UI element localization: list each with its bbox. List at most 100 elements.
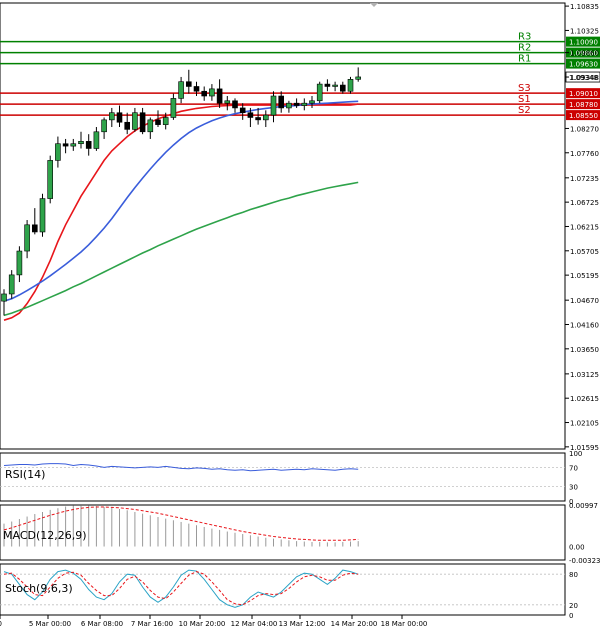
time-axis: 16:00 5 Mar 00:00 6 Mar 08:00 7 Mar 16:00 10…: [0, 615, 427, 628]
price-tick-label: 1.08270: [570, 125, 599, 133]
bearish-candle-body: [193, 86, 200, 92]
bullish-candle-body: [332, 84, 338, 87]
pivot-level-name: S3: [518, 83, 531, 94]
macd-tick-label: -0.003235: [569, 557, 600, 565]
price-tick-label: 1.06725: [570, 199, 599, 207]
bullish-candle-body: [1, 293, 7, 302]
rsi-panel-frame: [0, 452, 566, 502]
rsi-tick-label: 30: [569, 484, 578, 492]
price-tick-label: 1.03125: [570, 371, 599, 379]
bullish-candle-body: [162, 117, 169, 125]
candlestick: [39, 193, 46, 237]
price-tick-label: 1.03650: [570, 346, 599, 354]
forex-chart: R3 1.10090 R2 1.09860 R1 1.09630 S1 1.08780 S2 1.…: [0, 2, 600, 628]
time-tick-label: 5 Mar 00:00: [29, 620, 71, 628]
bullish-candle-body: [262, 114, 269, 121]
bearish-candle-body: [232, 100, 238, 109]
bullish-candle-body: [109, 112, 115, 121]
bullish-candle-body: [170, 98, 177, 118]
main-panel-frame: [0, 2, 566, 450]
bullish-candle-body: [132, 112, 138, 130]
bearish-candle-body: [247, 112, 254, 118]
bearish-candle-body: [155, 119, 161, 125]
stoch-panel-frame: [0, 563, 566, 616]
pivot-level-name: S1: [518, 94, 531, 105]
stoch-tick-label: 80: [569, 571, 578, 579]
time-tick-label: 12 Mar 04:00: [231, 620, 278, 628]
stoch-tick-label: 20: [569, 602, 578, 610]
pivot-level-name: R1: [518, 54, 531, 65]
bullish-candle-body: [301, 102, 308, 106]
price-tick-label: 1.07235: [570, 175, 599, 183]
bullish-candle-body: [55, 143, 61, 161]
time-tick-label: 16:00: [0, 620, 2, 628]
time-tick-label: 13 Mar 12:00: [279, 620, 326, 628]
pivot-level-value: 1.09630: [569, 61, 598, 69]
bearish-candle-body: [278, 95, 285, 109]
rsi-tick-label: 70: [569, 464, 578, 472]
bullish-candle-body: [24, 224, 30, 252]
bearish-candle-body: [31, 224, 38, 233]
price-tick-label: 1.10835: [570, 3, 599, 11]
bearish-candle-body: [139, 112, 146, 133]
bearish-candle-body: [255, 117, 261, 121]
candlestick: [316, 81, 323, 104]
candlestick: [347, 76, 354, 94]
main-price-panel: R3 1.10090 R2 1.09860 R1 1.09630 S1 1.08780 S2 1.…: [0, 2, 600, 452]
bearish-candle-body: [324, 83, 331, 87]
bullish-candle-body: [39, 198, 46, 233]
price-tick-label: 1.06215: [570, 223, 599, 231]
rsi-panel: 10070300 RSI(14): [0, 450, 582, 506]
bullish-candle-body: [147, 119, 154, 133]
pivot-level-value: 1.10090: [569, 39, 598, 47]
bearish-candle-body: [201, 90, 207, 97]
pivot-level-name: S2: [518, 105, 531, 116]
pivot-level-value: 1.09010: [569, 90, 598, 98]
price-tick-label: 1.09348: [570, 74, 599, 82]
price-tick-label: 1.05195: [570, 272, 599, 280]
pivot-level-value: 1.08780: [569, 101, 598, 109]
bullish-candle-body: [178, 81, 184, 99]
bullish-candle-body: [93, 131, 100, 149]
price-tick-label: 1.04160: [570, 322, 599, 330]
rsi-tick-label: 100: [569, 450, 582, 458]
bullish-candle-body: [316, 83, 323, 102]
bullish-candle-body: [101, 119, 107, 133]
pivot-level-name: R2: [518, 43, 531, 54]
price-tick-label: 1.10325: [570, 27, 599, 35]
bullish-candle-body: [47, 160, 54, 199]
bullish-candle-body: [347, 79, 354, 92]
time-tick-label: 7 Mar 16:00: [131, 620, 173, 628]
bearish-candle-body: [293, 102, 300, 106]
macd-tick-label: 0.00: [569, 544, 585, 552]
bullish-candle-body: [355, 76, 362, 80]
bearish-candle-body: [186, 81, 192, 87]
time-tick-label: 14 Mar 20:00: [331, 620, 378, 628]
bullish-candle-body: [70, 143, 77, 147]
bullish-candle-body: [309, 100, 315, 104]
pivot-level-name: R3: [518, 32, 531, 43]
candlestick: [47, 155, 54, 204]
rsi-label: RSI(14): [5, 468, 45, 481]
price-tick-label: 1.02615: [570, 395, 599, 403]
price-tick-label: 1.05705: [570, 248, 599, 256]
pivot-level-value: 1.08550: [569, 112, 598, 120]
bullish-candle-body: [209, 88, 215, 97]
macd-panel: 0.00997 0.00 -0.003235 MACD(12,26,9): [0, 502, 600, 565]
time-tick-label: 18 Mar 00:00: [381, 620, 428, 628]
bullish-candle-body: [270, 95, 277, 116]
price-tick-label: 1.02105: [570, 420, 599, 428]
macd-label: MACD(12,26,9): [3, 529, 87, 542]
time-tick-label: 10 Mar 20:00: [179, 620, 226, 628]
stoch-label: Stoch(9,6,3): [5, 582, 73, 595]
bearish-candle-body: [339, 84, 346, 92]
bullish-candle-body: [78, 141, 84, 145]
bearish-candle-body: [116, 112, 123, 123]
time-tick-label: 6 Mar 08:00: [81, 620, 123, 628]
bearish-candle-body: [62, 143, 69, 147]
bearish-candle-body: [85, 141, 92, 149]
bearish-candle-body: [216, 88, 223, 104]
price-tick-label: 1.04670: [570, 297, 599, 305]
bullish-candle-body: [16, 250, 23, 276]
stoch-tick-label: 0: [569, 612, 573, 620]
